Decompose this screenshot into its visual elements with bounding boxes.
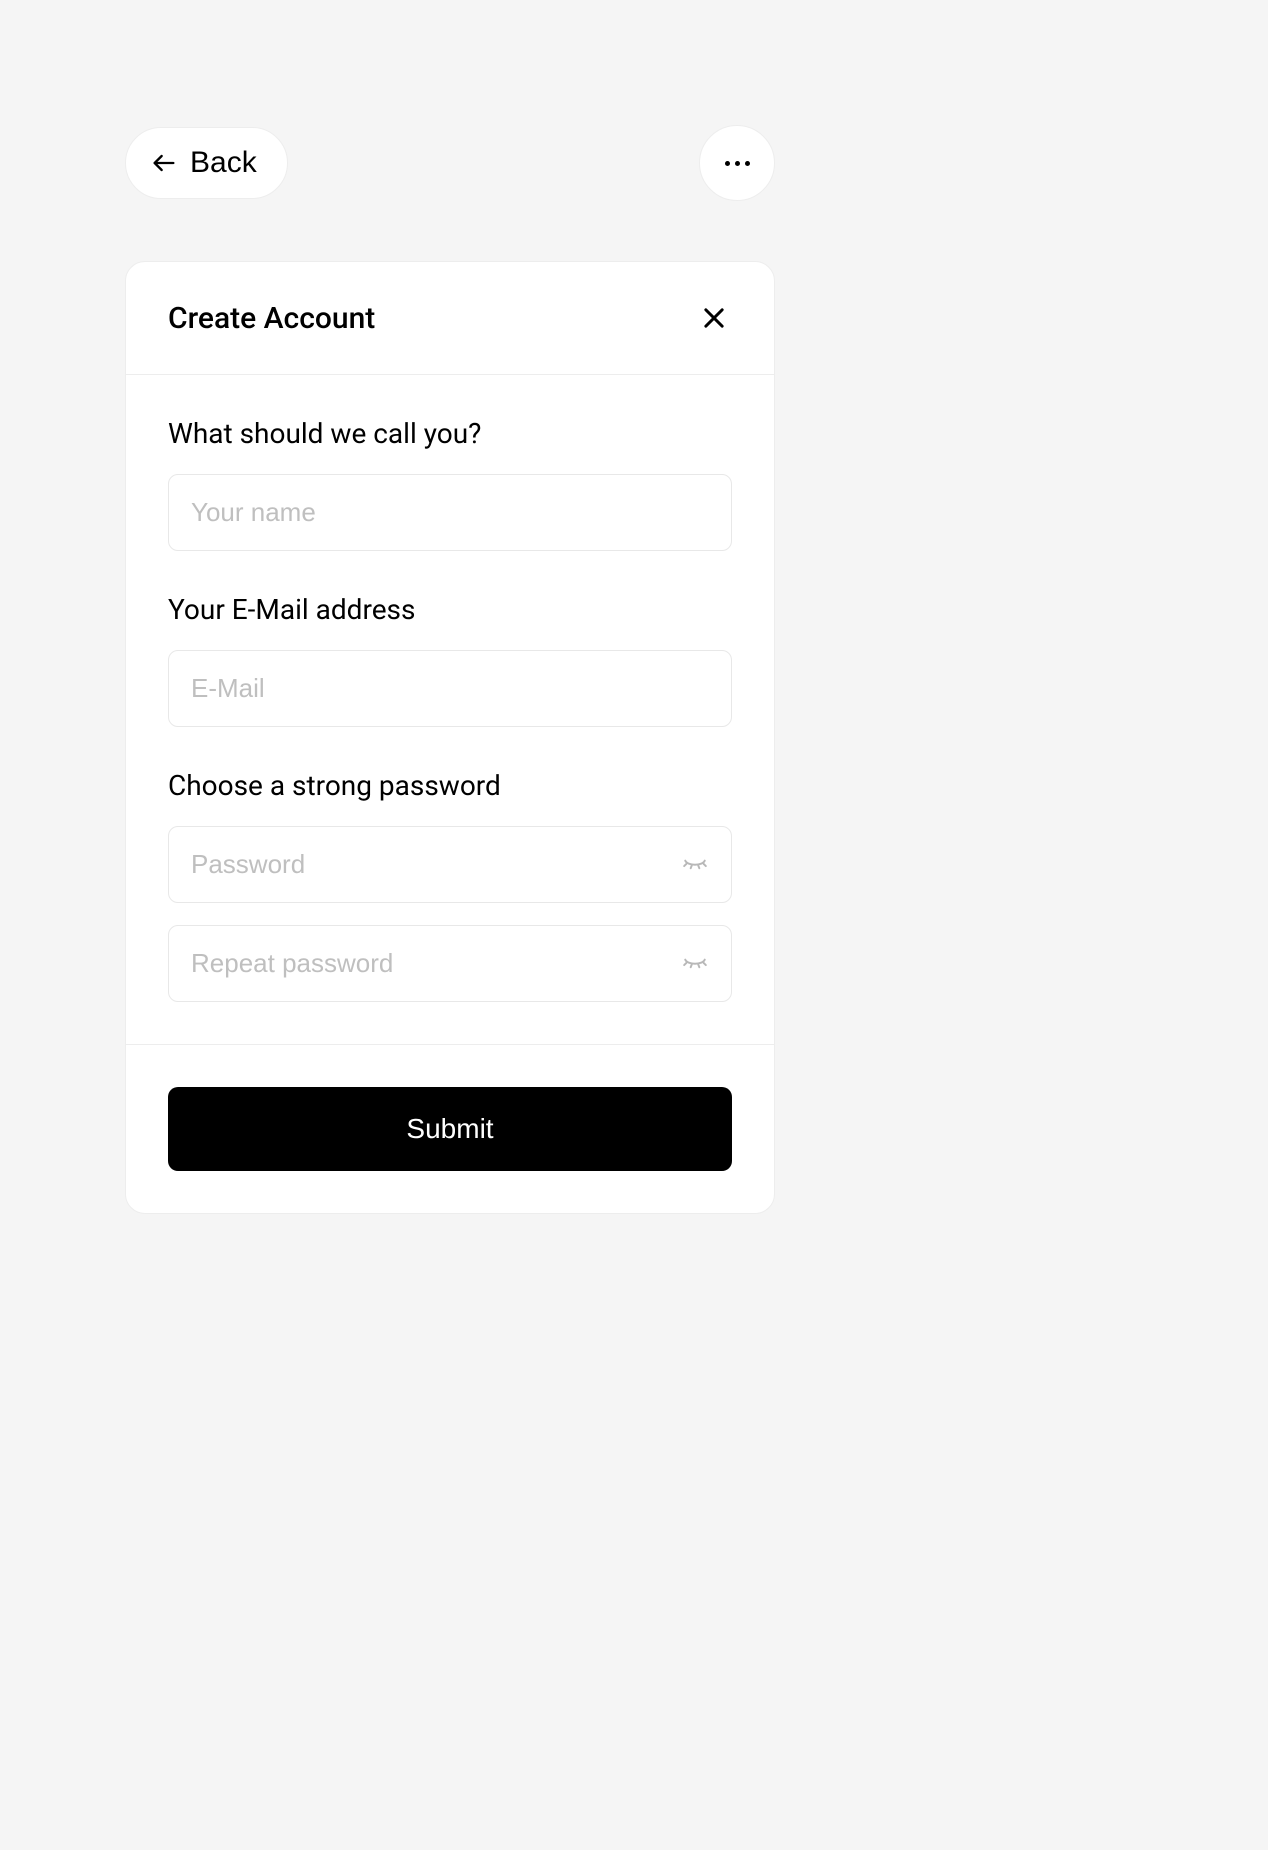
back-button[interactable]: Back [125, 127, 288, 199]
eye-closed-icon [682, 951, 708, 977]
password-input[interactable] [168, 826, 732, 903]
toggle-repeat-password-visibility-button[interactable] [678, 947, 712, 981]
create-account-card: Create Account What should we call you? … [125, 261, 775, 1214]
card-header: Create Account [126, 262, 774, 375]
close-button[interactable] [696, 300, 732, 336]
name-group: What should we call you? [168, 417, 732, 551]
card-title: Create Account [168, 301, 375, 336]
card-body: What should we call you? Your E-Mail add… [126, 375, 774, 1045]
password-group: Choose a strong password [168, 769, 732, 1002]
top-bar: Back [125, 125, 775, 201]
email-input[interactable] [168, 650, 732, 727]
email-group: Your E-Mail address [168, 593, 732, 727]
name-label: What should we call you? [168, 417, 732, 450]
toggle-password-visibility-button[interactable] [678, 848, 712, 882]
eye-closed-icon [682, 852, 708, 878]
back-label: Back [190, 146, 257, 180]
dots-horizontal-icon [725, 161, 750, 166]
card-footer: Submit [126, 1045, 774, 1213]
submit-button[interactable]: Submit [168, 1087, 732, 1171]
close-icon [700, 304, 728, 332]
repeat-password-input[interactable] [168, 925, 732, 1002]
name-input[interactable] [168, 474, 732, 551]
email-label: Your E-Mail address [168, 593, 732, 626]
more-button[interactable] [699, 125, 775, 201]
arrow-left-icon [150, 149, 178, 177]
password-label: Choose a strong password [168, 769, 732, 802]
